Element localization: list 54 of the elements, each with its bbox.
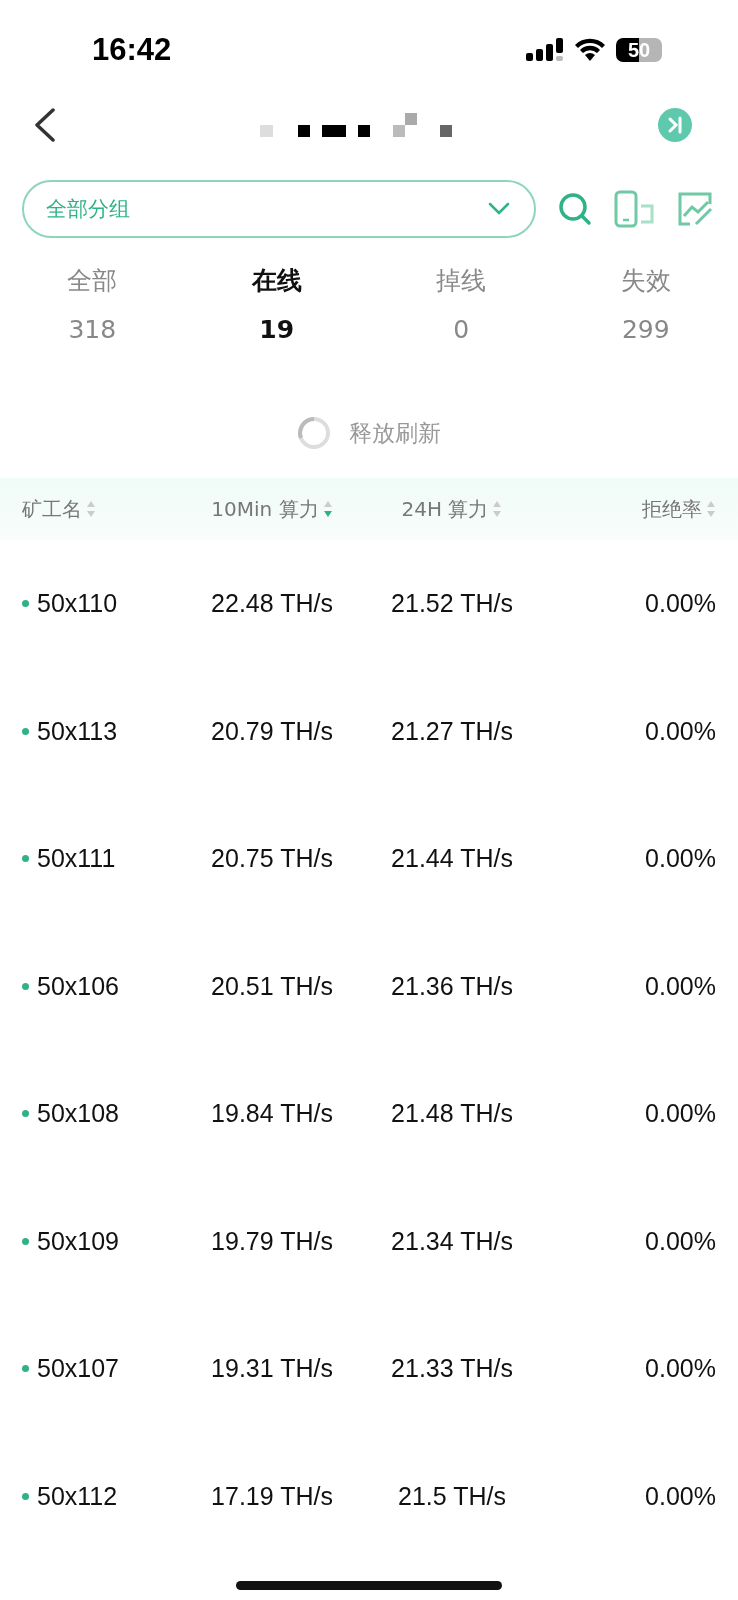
status-tab[interactable]: 在线 19 (184, 260, 369, 348)
exit-icon (657, 107, 693, 143)
table-cell-text: 21.48 TH/s (390, 1099, 514, 1129)
battery-level: 50 (627, 40, 651, 60)
table-cell-text: 0.00% (644, 1354, 716, 1384)
table-cell-text: 20.79 TH/s (210, 716, 334, 746)
table-cell-text: 17.19 TH/s (210, 1481, 334, 1511)
table-cell-text: 19.31 TH/s (210, 1354, 334, 1384)
group-select[interactable]: 全部分组 (22, 180, 536, 238)
chevron-down-icon (488, 202, 510, 216)
phone-icon (614, 190, 656, 228)
loading-spinner-icon (297, 416, 331, 450)
table-cell-text: 21.34 TH/s (390, 1226, 514, 1256)
miner-name: 50x107 (37, 1354, 120, 1384)
table-cell-text: 21.27 TH/s (390, 716, 514, 746)
column-header[interactable]: 拒绝率 (542, 495, 716, 523)
table-cell-text: 0.00% (644, 971, 716, 1001)
miner-name: 50x106 (37, 971, 120, 1001)
miner-name: 50x109 (37, 1226, 120, 1256)
column-header[interactable]: 矿工名 (22, 495, 182, 523)
miner-name: 50x110 (37, 589, 118, 619)
refresh-hint: 释放刷新 (349, 418, 441, 448)
status-tab[interactable]: 失效 299 (553, 260, 738, 348)
table-cell-text: 21.52 TH/s (390, 589, 514, 619)
wifi-icon (574, 38, 606, 62)
status-tab[interactable]: 掉线 0 (369, 260, 554, 348)
column-header[interactable]: 24H 算力 (362, 495, 542, 523)
chevron-left-icon (33, 108, 57, 142)
table-cell-text: 22.48 TH/s (210, 589, 334, 619)
table-cell-text: 20.51 TH/s (210, 971, 334, 1001)
table-cell-text: 21.44 TH/s (390, 844, 514, 874)
miner-name: 50x112 (37, 1481, 118, 1511)
table-cell-text: 0.00% (644, 589, 716, 619)
status-tab[interactable]: 全部 318 (0, 260, 185, 348)
column-header[interactable]: 10Min 算力 (182, 495, 362, 523)
table-cell-text: 19.79 TH/s (210, 1226, 334, 1256)
table-cell-text: 0.00% (644, 1099, 716, 1129)
signal-icon (526, 37, 564, 63)
status-time: 16:42 (92, 32, 172, 68)
table-cell-text: 0.00% (644, 716, 716, 746)
miner-name: 50x111 (37, 844, 116, 874)
device-button[interactable] (614, 188, 656, 230)
search-icon (557, 191, 593, 227)
chart-icon (676, 190, 714, 228)
miner-name: 50x108 (37, 1099, 120, 1129)
table-cell-text: 21.5 TH/s (397, 1481, 507, 1511)
miner-name: 50x113 (37, 716, 118, 746)
table-cell-text: 0.00% (644, 844, 716, 874)
table-cell-text: 0.00% (644, 1481, 716, 1511)
table-cell-text: 19.84 TH/s (210, 1099, 334, 1129)
table-cell-text: 20.75 TH/s (210, 844, 334, 874)
table-cell-text: 21.36 TH/s (390, 971, 514, 1001)
table-cell-text: 21.33 TH/s (390, 1354, 514, 1384)
table-cell-text: 0.00% (644, 1226, 716, 1256)
